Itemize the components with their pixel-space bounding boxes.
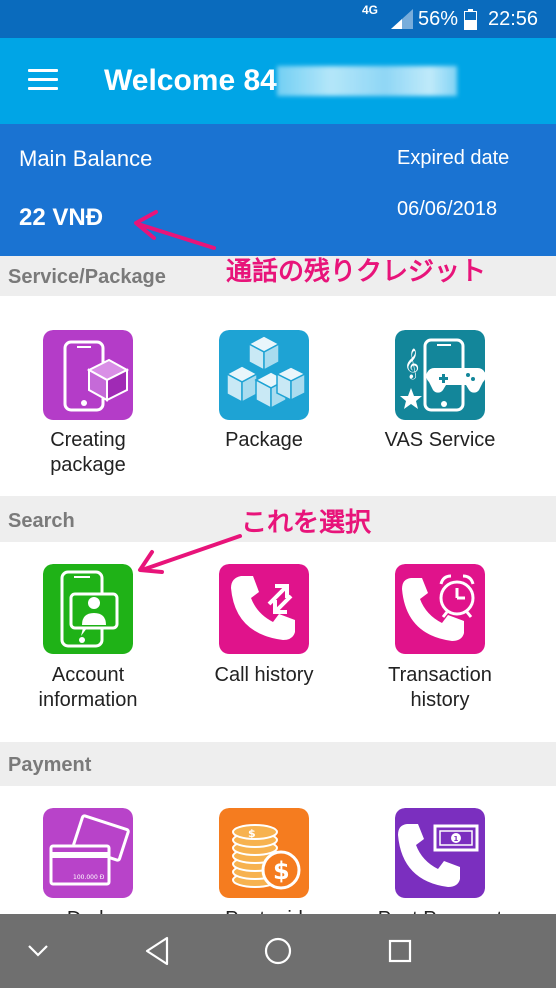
tile-label-line2: package xyxy=(50,454,126,476)
tile-label-line1: Call history xyxy=(214,664,314,686)
expired-date-label: Expired date xyxy=(397,147,510,169)
tile-label-line1: Package xyxy=(225,429,303,451)
search-grid: Account information Call history Transac… xyxy=(0,542,556,742)
expired-date-value: 06/06/2018 xyxy=(397,198,498,220)
account-phone-icon xyxy=(43,564,133,654)
tile-package[interactable]: Package xyxy=(176,296,352,496)
annotation-arrow-balance xyxy=(134,210,216,250)
annotation-balance-note: 通話の残りクレジット xyxy=(226,256,487,286)
recent-apps-icon[interactable] xyxy=(388,939,412,963)
section-payment-header: Payment xyxy=(0,742,556,786)
tile-postpaid[interactable]: $ $ Postpaid xyxy=(176,786,352,930)
battery-percent: 56% xyxy=(418,8,459,30)
main-balance-label: Main Balance xyxy=(19,146,153,171)
network-type: 4G xyxy=(362,3,379,17)
clock: 22:56 xyxy=(488,8,539,30)
battery-icon xyxy=(464,9,477,30)
svg-text:$: $ xyxy=(248,827,256,840)
cards-icon: 100.000 Đ xyxy=(43,808,133,898)
tile-creating-package[interactable]: Creating package xyxy=(0,296,176,496)
chevron-down-icon[interactable] xyxy=(27,944,49,958)
boxes-icon xyxy=(219,330,309,420)
home-icon[interactable] xyxy=(264,937,292,965)
annotation-arrow-select xyxy=(138,534,242,574)
signal-icon xyxy=(391,9,413,29)
redacted-phone-number xyxy=(277,66,457,96)
svg-text:$: $ xyxy=(273,857,290,885)
phone-clock-icon xyxy=(395,564,485,654)
tile-label-line1: Account xyxy=(51,664,125,686)
svg-text:𝄞: 𝄞 xyxy=(404,348,419,380)
section-search-title: Search xyxy=(8,510,75,532)
coins-icon: $ $ xyxy=(219,808,309,898)
payment-grid: 100.000 Đ Dork $ $ Postpaid xyxy=(0,786,528,930)
tile-label-line2: history xyxy=(410,689,470,711)
tile-label-line1: Transaction xyxy=(388,664,492,686)
welcome-title: Welcome 84 xyxy=(104,64,277,97)
card-amount-text: 100.000 Đ xyxy=(73,874,105,881)
balance-panel: Main Balance 22 VNĐ Expired date 06/06/2… xyxy=(0,124,556,256)
svg-text:1: 1 xyxy=(454,835,459,843)
tile-dork[interactable]: 100.000 Đ Dork xyxy=(0,786,176,930)
main-balance-value: 22 VNĐ xyxy=(19,204,104,231)
phone-box-icon xyxy=(43,330,133,420)
back-icon[interactable] xyxy=(144,936,170,966)
tile-label-line1: Creating xyxy=(50,429,126,451)
tile-post-payment[interactable]: 1 Post Payment xyxy=(352,786,528,930)
service-grid: Creating package Package 𝄞 VAS Service xyxy=(0,296,556,496)
section-payment-title: Payment xyxy=(8,754,92,776)
phone-money-icon: 1 xyxy=(395,808,485,898)
tile-label-line1: VAS Service xyxy=(384,429,496,451)
call-history-icon xyxy=(219,564,309,654)
phone-game-icon: 𝄞 xyxy=(395,330,485,420)
tile-vas-service[interactable]: 𝄞 VAS Service xyxy=(352,296,528,496)
tile-label-line2: information xyxy=(38,689,138,711)
status-bar: 4G 56% 22:56 xyxy=(0,0,556,38)
tile-transaction-history[interactable]: Transaction history xyxy=(352,542,528,742)
system-navigation-bar xyxy=(0,914,556,988)
annotation-select-note: これを選択 xyxy=(241,507,372,537)
hamburger-menu-icon[interactable] xyxy=(28,69,58,91)
section-service-title: Service/Package xyxy=(8,266,166,288)
